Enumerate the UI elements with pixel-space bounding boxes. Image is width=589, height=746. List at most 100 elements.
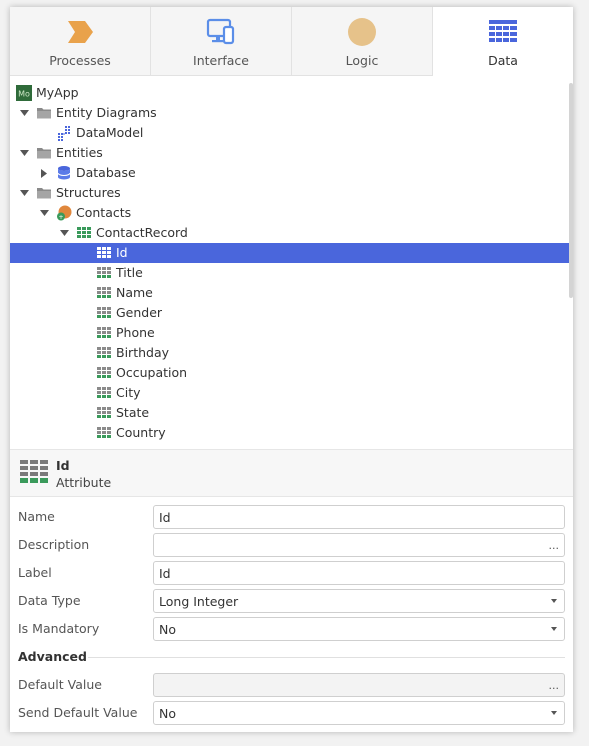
tree-node-label: MyApp: [36, 85, 79, 100]
tab-label: Processes: [49, 53, 111, 68]
advanced-heading: Advanced: [18, 649, 87, 664]
tree-node[interactable]: City: [10, 383, 573, 403]
caret-down-icon[interactable]: [39, 203, 49, 223]
selection-header: Id Attribute: [10, 449, 573, 497]
property-label: Label: [18, 565, 52, 580]
tree-node-label: Entities: [56, 145, 103, 160]
database-icon: [56, 165, 72, 181]
tree-node[interactable]: Title: [10, 263, 573, 283]
attribute-icon: [96, 245, 112, 261]
tree-node-label: Entity Diagrams: [56, 105, 157, 120]
data-icon: [488, 17, 518, 47]
property-data-type: Data Type Long Integer: [10, 589, 573, 613]
app-icon: Mo: [16, 85, 32, 101]
tree-node[interactable]: Entity Diagrams: [10, 103, 573, 123]
tab-processes[interactable]: Processes: [10, 7, 151, 76]
processes-icon: [65, 17, 95, 47]
tree-node-label: Phone: [116, 325, 155, 340]
name-input[interactable]: Id: [153, 505, 565, 529]
tab-label: Logic: [345, 53, 379, 68]
tree-node-label: City: [116, 385, 141, 400]
advanced-section: Advanced: [10, 645, 573, 669]
tab-label: Interface: [193, 53, 249, 68]
tree-node[interactable]: Database: [10, 163, 573, 183]
property-send-default-value: Send Default Value No: [10, 701, 573, 725]
send-default-value-select[interactable]: No: [153, 701, 565, 725]
default-value-edit-button[interactable]: ...: [549, 679, 560, 692]
logic-icon: [347, 17, 377, 47]
caret-down-icon[interactable]: [59, 223, 69, 243]
tree-node[interactable]: Phone: [10, 323, 573, 343]
tree-node[interactable]: Country: [10, 423, 573, 443]
property-label: Is Mandatory: [18, 621, 100, 636]
attribute-icon: [96, 325, 112, 341]
tab-interface[interactable]: Interface: [151, 7, 292, 76]
property-default-value: Default Value ...: [10, 673, 573, 697]
tree-node[interactable]: Mo MyApp: [10, 83, 573, 103]
is-mandatory-select[interactable]: No: [153, 617, 565, 641]
label-value: Id: [159, 565, 171, 581]
attribute-icon: [96, 345, 112, 361]
default-value-input[interactable]: ...: [153, 673, 565, 697]
property-description: Description ...: [10, 533, 573, 557]
tree-node[interactable]: Birthday: [10, 343, 573, 363]
tree-node[interactable]: DataModel: [10, 123, 573, 143]
tree-node-label: Title: [116, 265, 143, 280]
data-type-value: Long Integer: [159, 593, 239, 609]
data-panel: Processes Interface Logic Data Mo MyApp …: [10, 7, 573, 732]
name-value: Id: [159, 509, 171, 525]
record-icon: [76, 225, 92, 241]
property-label: Description: [18, 537, 90, 552]
attribute-icon: [96, 285, 112, 301]
label-input[interactable]: Id: [153, 561, 565, 585]
tree-node[interactable]: Name: [10, 283, 573, 303]
tree-node[interactable]: Structures: [10, 183, 573, 203]
tree-node-label: Gender: [116, 305, 163, 320]
data-type-select[interactable]: Long Integer: [153, 589, 565, 613]
attribute-icon: [96, 425, 112, 441]
diagram-icon: [56, 125, 72, 141]
is-mandatory-value: No: [159, 621, 176, 637]
section-divider: [88, 657, 565, 658]
tree-node-label: Name: [116, 285, 153, 300]
tree-node[interactable]: + Contacts: [10, 203, 573, 223]
property-name: Name Id: [10, 505, 573, 529]
description-input[interactable]: ...: [153, 533, 565, 557]
tree-node-label: Contacts: [76, 205, 132, 220]
tree-node-label: Structures: [56, 185, 121, 200]
property-label: Send Default Value: [18, 705, 138, 720]
tree-node-label: Id: [116, 245, 128, 260]
caret-down-icon[interactable]: [19, 183, 29, 203]
folder-icon: [36, 185, 52, 201]
interface-icon: [206, 17, 236, 47]
chevron-down-icon: [551, 711, 557, 715]
tree-node[interactable]: Id: [10, 243, 573, 263]
tree-node[interactable]: ContactRecord: [10, 223, 573, 243]
tree-node[interactable]: State: [10, 403, 573, 423]
structure-module-icon: +: [56, 205, 72, 221]
description-edit-button[interactable]: ...: [549, 539, 560, 552]
property-label: Name: [18, 509, 55, 524]
chevron-down-icon: [551, 627, 557, 631]
caret-right-icon[interactable]: [39, 163, 49, 183]
send-default-value-value: No: [159, 705, 176, 721]
tab-data[interactable]: Data: [433, 7, 573, 76]
attribute-icon: [96, 385, 112, 401]
tree-node[interactable]: Entities: [10, 143, 573, 163]
tree-node-label: DataModel: [76, 125, 144, 140]
tree-node-label: State: [116, 405, 150, 420]
tab-bar: Processes Interface Logic Data: [10, 7, 573, 76]
attribute-icon: [96, 365, 112, 381]
attribute-icon: [96, 265, 112, 281]
tree-scrollbar[interactable]: [569, 83, 573, 298]
property-label: Data Type: [18, 593, 81, 608]
tab-label: Data: [488, 53, 518, 68]
caret-down-icon[interactable]: [19, 143, 29, 163]
caret-down-icon[interactable]: [19, 103, 29, 123]
attribute-icon: [96, 405, 112, 421]
svg-text:+: +: [58, 214, 63, 221]
tab-logic[interactable]: Logic: [292, 7, 433, 76]
tree-node[interactable]: Gender: [10, 303, 573, 323]
selected-element-type: Attribute: [56, 475, 112, 490]
tree-node[interactable]: Occupation: [10, 363, 573, 383]
